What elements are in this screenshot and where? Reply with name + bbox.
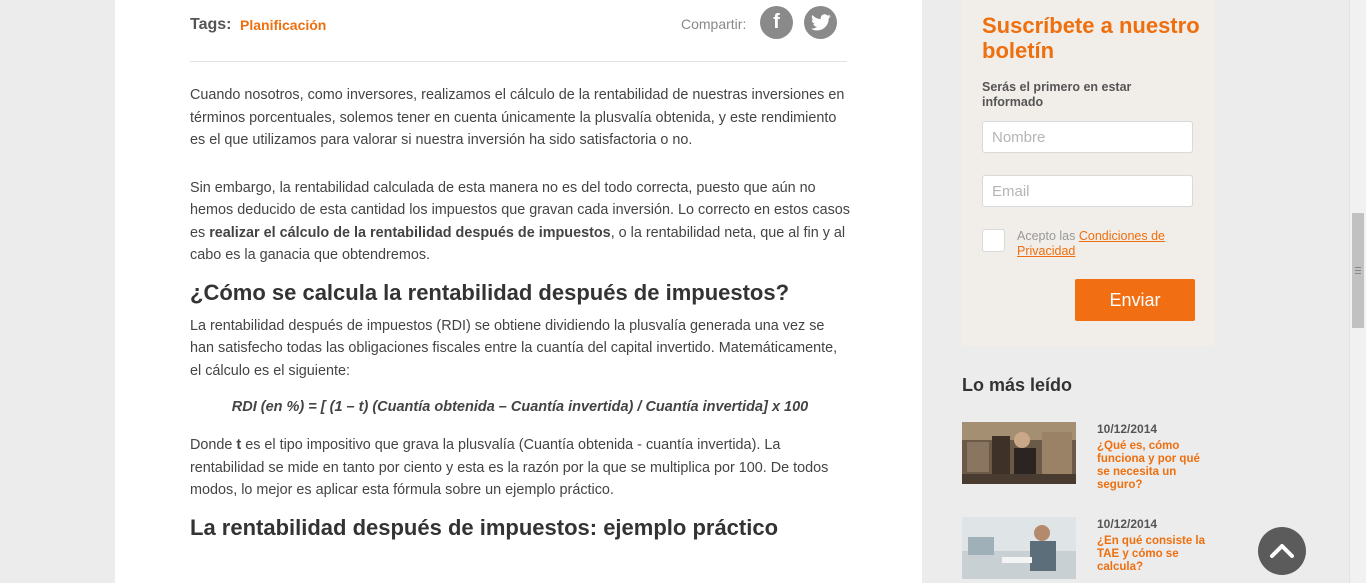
twitter-icon[interactable]	[804, 6, 837, 39]
cafe-photo-icon	[962, 422, 1076, 484]
grip-icon	[1355, 267, 1361, 274]
facebook-icon[interactable]: f	[760, 6, 793, 39]
share-label: Compartir:	[681, 16, 747, 32]
email-input[interactable]	[982, 175, 1193, 207]
privacy-checkbox[interactable]	[982, 229, 1005, 252]
article-column: Tags: Planificación Compartir: f Cuando …	[115, 0, 922, 583]
name-input[interactable]	[982, 121, 1193, 153]
popular-title: Lo más leído	[962, 375, 1073, 395]
tags-label: Tags:	[190, 16, 232, 33]
section-heading-1: ¿Cómo se calcula la rentabilidad después…	[190, 279, 790, 305]
newsletter-title: Suscríbete a nuestro boletín	[982, 13, 1200, 63]
paragraph-4: Donde t es el tipo impositivo que grava …	[190, 434, 850, 502]
paragraph-3: La rentabilidad después de impuestos (RD…	[190, 317, 838, 379]
submit-button[interactable]: Enviar	[1075, 279, 1195, 321]
paragraph-4-text: Donde	[190, 437, 237, 453]
newsletter-box: Suscríbete a nuestro boletín Serás el pr…	[962, 0, 1215, 346]
back-to-top-button[interactable]	[1258, 527, 1306, 575]
scrollbar-thumb[interactable]	[1352, 213, 1364, 328]
paragraph-4-text-end: es el tipo impositivo que grava la plusv…	[190, 437, 829, 498]
paragraph-2-bold: realizar el cálculo de la rentabilidad d…	[209, 224, 611, 241]
popular-link[interactable]: ¿En qué consiste la TAE y cómo se calcul…	[1097, 535, 1212, 574]
popular-date: 10/12/2014	[1097, 422, 1158, 436]
newsletter-subtitle: Serás el primero en estar informado	[982, 80, 1132, 109]
section-heading-2: La rentabilidad después de impuestos: ej…	[190, 514, 779, 540]
twitter-bird-icon	[810, 14, 831, 31]
paragraph-2: Sin embargo, la rentabilidad calculada d…	[190, 177, 850, 267]
formula: RDI (en %) = [ (1 – t) (Cuantía obtenida…	[231, 399, 809, 415]
facebook-glyph: f	[773, 11, 780, 33]
thumbnail-image[interactable]	[962, 422, 1076, 484]
privacy-accept-text: Acepto las Condiciones de Privacidad	[1017, 229, 1192, 259]
accept-prefix: Acepto las	[1017, 229, 1079, 243]
paragraph-1: Cuando nosotros, como inversores, realiz…	[190, 87, 845, 148]
scrollbar[interactable]	[1349, 0, 1366, 583]
tag-link[interactable]: Planificación	[240, 17, 326, 33]
thumbnail-image[interactable]	[962, 517, 1076, 579]
popular-date: 10/12/2014	[1097, 517, 1158, 531]
divider	[190, 61, 847, 62]
article-body: Cuando nosotros, como inversores, realiz…	[190, 84, 850, 550]
office-photo-icon	[962, 517, 1076, 579]
chevron-up-icon	[1270, 544, 1294, 558]
popular-link[interactable]: ¿Qué es, cómo funciona y por qué se nece…	[1097, 440, 1212, 492]
